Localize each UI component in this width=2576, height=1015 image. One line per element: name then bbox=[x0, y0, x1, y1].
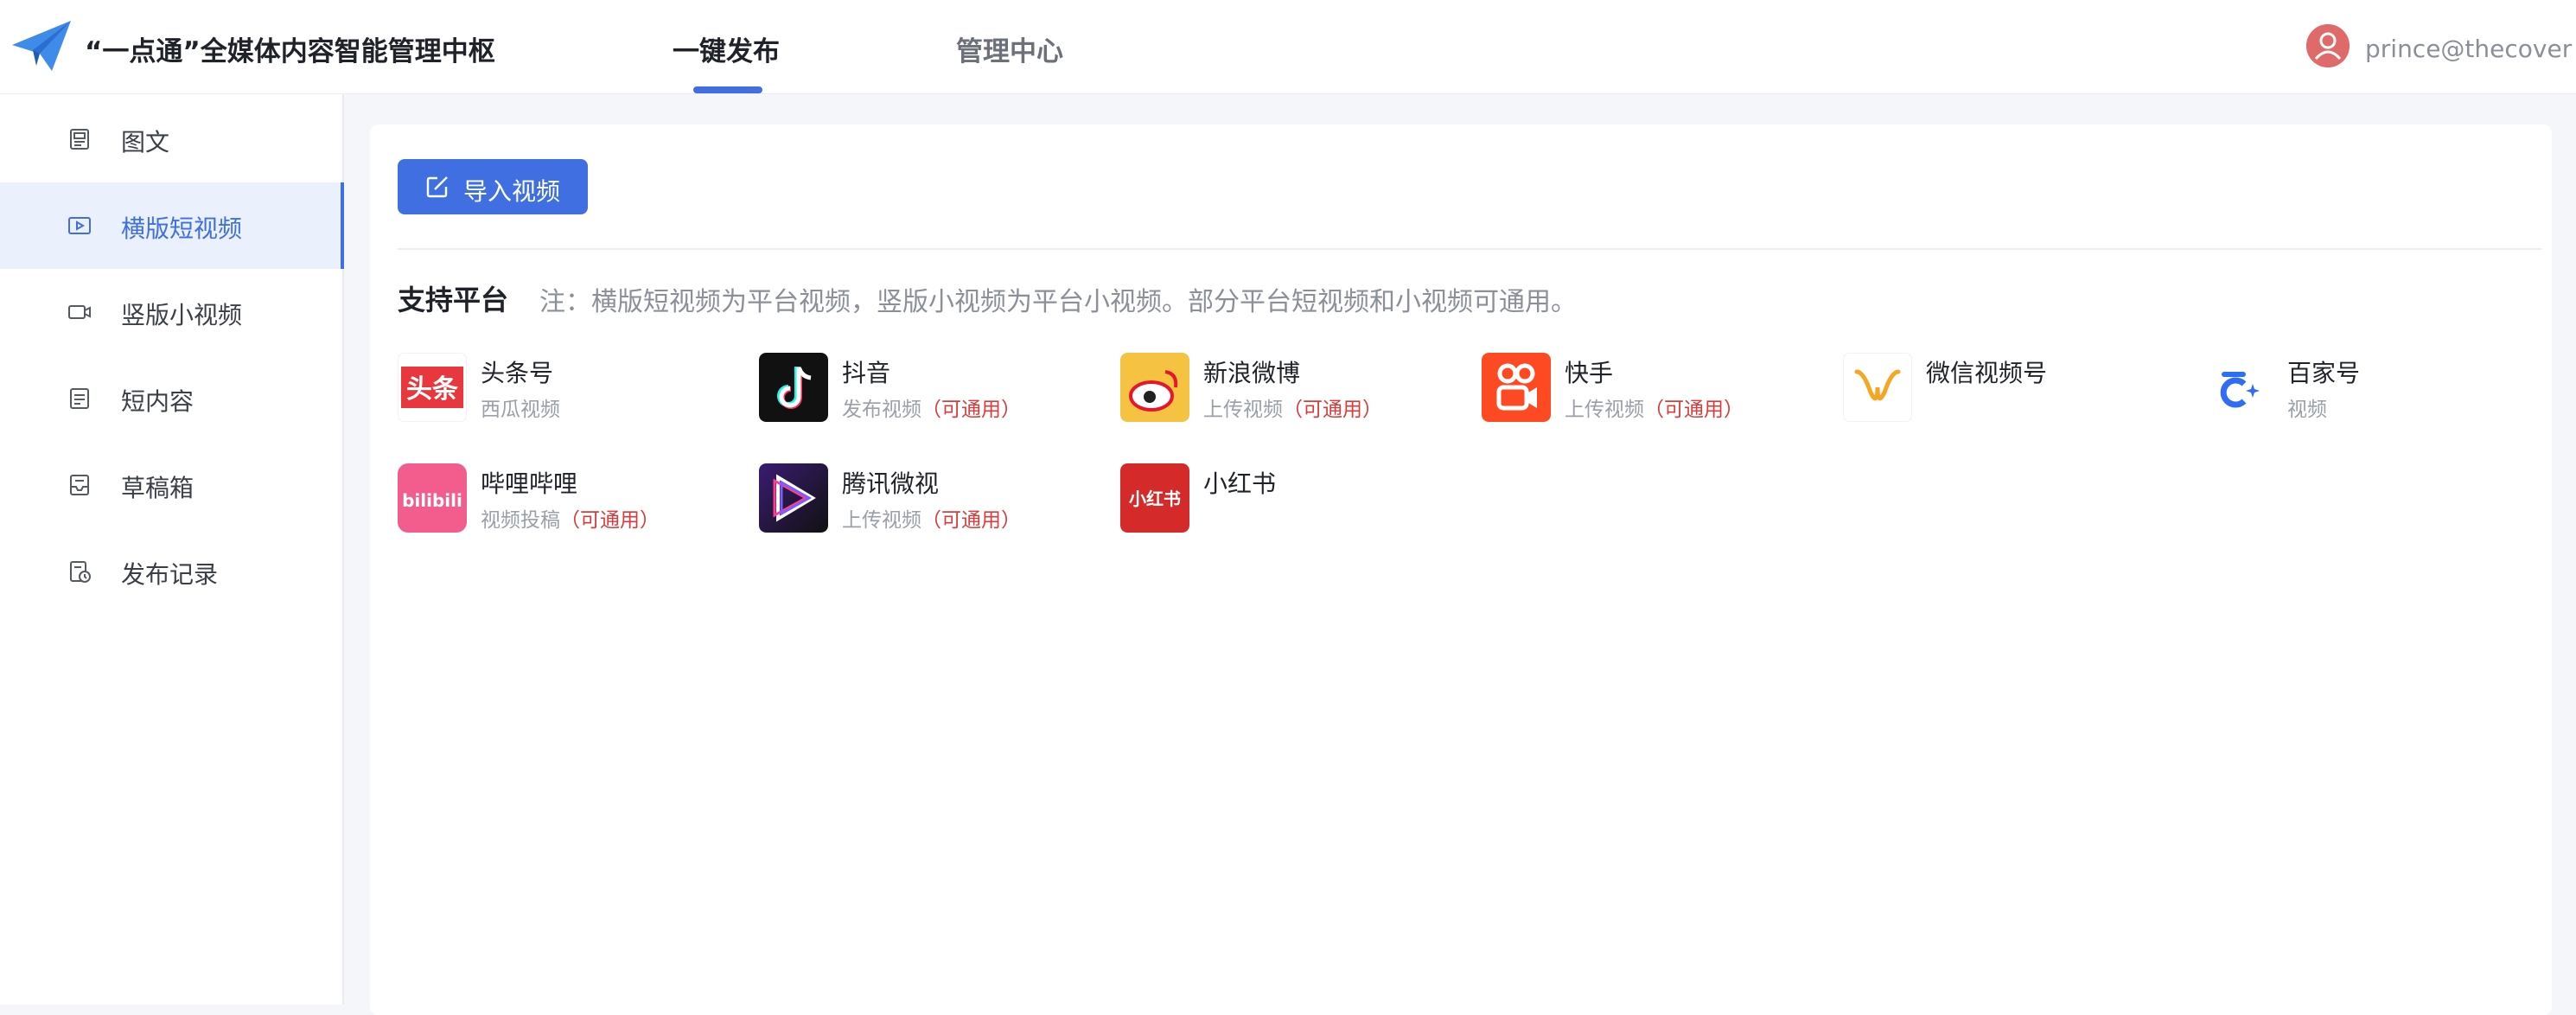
platform-weibo[interactable]: 新浪微博 上传视频（可通用） bbox=[1120, 353, 1466, 425]
sidebar-item-vertical-video[interactable]: 竖版小视频 bbox=[0, 269, 342, 355]
platform-wechat-channels[interactable]: 微信视频号 bbox=[1843, 353, 2189, 425]
bilibili-logo-icon: bilibili bbox=[398, 463, 467, 533]
platform-douyin[interactable]: 抖音 发布视频（可通用） bbox=[759, 353, 1105, 425]
weishi-logo-icon bbox=[759, 463, 828, 533]
douyin-logo-icon bbox=[759, 353, 828, 422]
tab-management-center[interactable]: 管理中心 bbox=[956, 29, 1063, 68]
xiaohongshu-logo-text: 小红书 bbox=[1129, 488, 1181, 509]
sidebar-item-horizontal-video[interactable]: 横版短视频 bbox=[0, 182, 344, 269]
avatar-icon[interactable] bbox=[2306, 24, 2350, 67]
sidebar-item-label: 竖版小视频 bbox=[121, 301, 243, 329]
platform-weishi[interactable]: 腾讯微视 上传视频（可通用） bbox=[759, 463, 1105, 536]
platform-name: 抖音 bbox=[842, 359, 891, 387]
top-header: “一点通”全媒体内容智能管理中枢 一键发布 管理中心 prince@thecov… bbox=[0, 0, 2576, 94]
video-icon bbox=[68, 217, 91, 234]
import-video-label: 导入视频 bbox=[463, 177, 561, 206]
platform-name: 头条号 bbox=[481, 359, 554, 387]
platform-name: 腾讯微视 bbox=[842, 469, 940, 498]
platform-name: 新浪微博 bbox=[1203, 359, 1301, 387]
sidebar-item-label: 图文 bbox=[121, 128, 170, 156]
sidebar: 图文 横版短视频 竖版小视频 短内容 草稿箱 发布记录 bbox=[0, 94, 344, 1005]
history-icon bbox=[70, 561, 91, 583]
platform-sub: 视频 bbox=[2287, 399, 2327, 421]
app-title: “一点通”全媒体内容智能管理中枢 bbox=[85, 36, 495, 67]
sidebar-item-publish-history[interactable]: 发布记录 bbox=[0, 528, 342, 615]
platform-sub: 上传视频（可通用） bbox=[842, 509, 1021, 532]
bilibili-logo-text: bilibili bbox=[402, 490, 462, 511]
sidebar-item-label: 横版短视频 bbox=[121, 214, 243, 243]
platform-sub: 上传视频（可通用） bbox=[1565, 399, 1744, 421]
sidebar-item-label: 短内容 bbox=[121, 387, 194, 416]
note-icon bbox=[70, 388, 89, 409]
platform-sub: 上传视频（可通用） bbox=[1203, 399, 1382, 421]
camera-icon bbox=[68, 305, 91, 319]
sidebar-item-article[interactable]: 图文 bbox=[0, 96, 342, 182]
platform-xiaohongshu[interactable]: 小红书 小红书 bbox=[1120, 463, 1466, 536]
platform-name: 小红书 bbox=[1203, 469, 1277, 498]
toutiao-logo-icon: 头条 bbox=[398, 353, 467, 422]
user-account-name[interactable]: prince@thecover bbox=[2365, 35, 2572, 63]
platform-baijiahao[interactable]: 百家号 视频 bbox=[2204, 353, 2550, 425]
platform-toutiao[interactable]: 头条 头条号 西瓜视频 bbox=[398, 353, 743, 425]
divider bbox=[398, 248, 2541, 250]
platform-name: 百家号 bbox=[2287, 359, 2361, 387]
weibo-logo-icon bbox=[1120, 353, 1189, 422]
drafts-icon bbox=[70, 475, 89, 495]
section-title: 支持平台 bbox=[398, 284, 509, 316]
article-icon bbox=[70, 129, 89, 150]
xiaohongshu-logo-icon: 小红书 bbox=[1120, 463, 1189, 533]
tab-one-click-publish[interactable]: 一键发布 bbox=[673, 29, 780, 68]
sidebar-item-label: 发布记录 bbox=[121, 560, 219, 589]
platform-bilibili[interactable]: bilibili 哔哩哔哩 视频投稿（可通用） bbox=[398, 463, 743, 536]
active-tab-indicator bbox=[693, 86, 762, 93]
platform-name: 哔哩哔哩 bbox=[481, 469, 578, 498]
platform-name: 快手 bbox=[1565, 359, 1614, 387]
platform-sub: 视频投稿（可通用） bbox=[481, 509, 660, 532]
platform-name: 微信视频号 bbox=[1926, 359, 2048, 387]
kuaishou-logo-icon bbox=[1482, 353, 1551, 422]
wechat-channels-logo-icon bbox=[1843, 353, 1912, 422]
toutiao-logo-text: 头条 bbox=[406, 374, 458, 405]
import-video-button[interactable]: 导入视频 bbox=[398, 159, 588, 214]
platform-sub: 发布视频（可通用） bbox=[842, 399, 1021, 421]
main-content-card: 导入视频 支持平台 注：横版短视频为平台视频，竖版小视频为平台小视频。部分平台短… bbox=[370, 124, 2552, 1015]
edit-icon bbox=[426, 176, 448, 198]
baijiahao-logo-icon bbox=[2204, 353, 2273, 422]
section-note: 注：横版短视频为平台视频，竖版小视频为平台小视频。部分平台短视频和小视频可通用。 bbox=[539, 287, 1577, 317]
sidebar-item-label: 草稿箱 bbox=[121, 474, 194, 502]
sidebar-item-drafts[interactable]: 草稿箱 bbox=[0, 442, 342, 528]
sidebar-item-short-content[interactable]: 短内容 bbox=[0, 355, 342, 442]
paper-plane-logo-icon bbox=[12, 21, 71, 71]
platform-kuaishou[interactable]: 快手 上传视频（可通用） bbox=[1482, 353, 1827, 425]
platform-sub: 西瓜视频 bbox=[481, 399, 560, 421]
